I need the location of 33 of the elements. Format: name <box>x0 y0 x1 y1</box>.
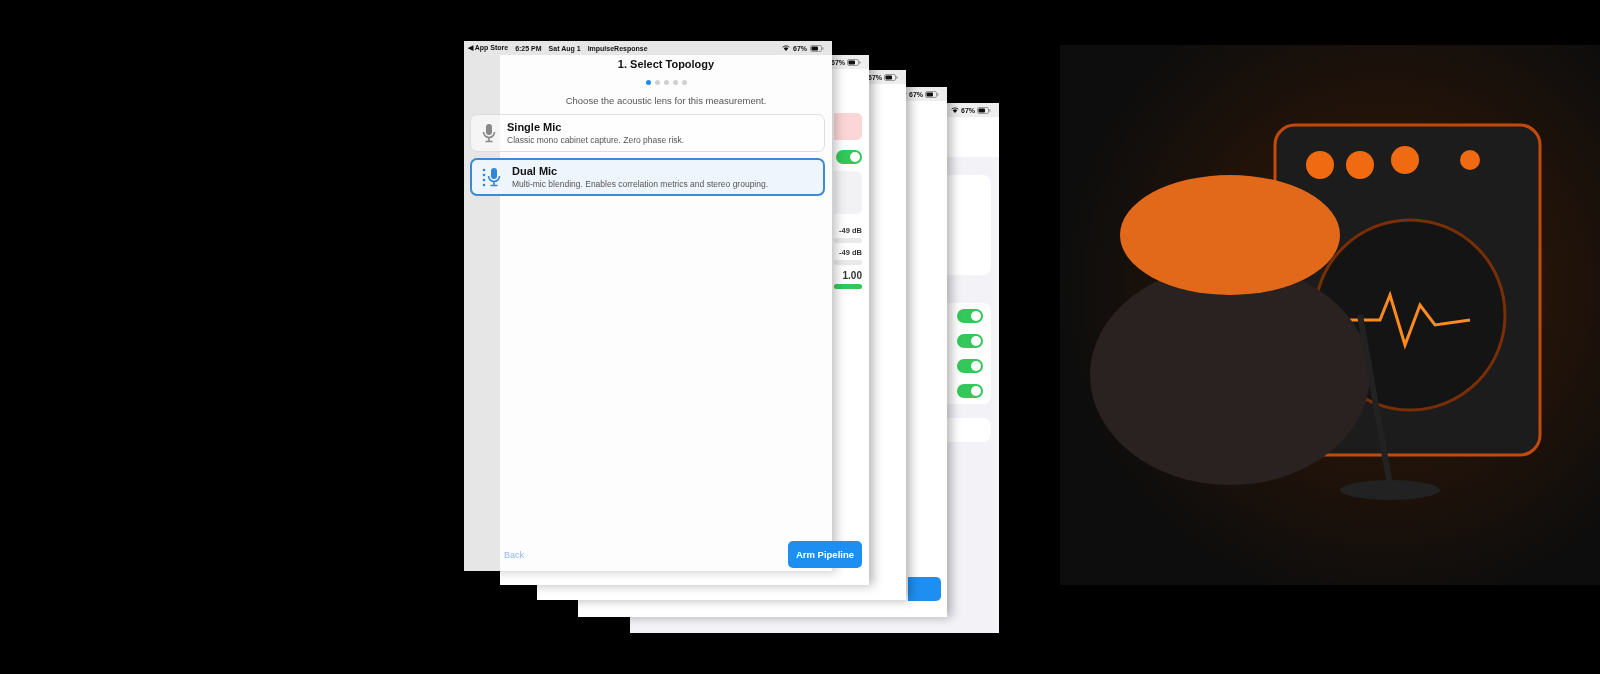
wifi-icon <box>782 45 790 51</box>
toggle-switch[interactable] <box>957 384 983 398</box>
sheet-subtitle: Choose the acoustic lens for this measurement. <box>565 95 767 106</box>
dual-microphone-icon <box>482 167 502 187</box>
toggle-switch[interactable] <box>957 309 983 323</box>
toggle-switch[interactable] <box>957 359 983 373</box>
option-title: Dual Mic <box>512 165 559 177</box>
primary-button[interactable] <box>908 577 941 601</box>
page-dot[interactable] <box>672 80 678 85</box>
page-dot[interactable] <box>663 80 669 85</box>
battery-icon <box>977 106 991 114</box>
page-dot[interactable] <box>681 80 687 85</box>
toggle-switch[interactable] <box>957 334 983 348</box>
page-dot[interactable] <box>645 80 651 85</box>
battery-icon <box>810 44 824 52</box>
microphone-icon <box>481 123 497 143</box>
battery-icon <box>847 58 861 66</box>
topology-option[interactable]: Single Mic Classic mono cabinet capture. Zero phase risk. <box>470 114 825 152</box>
sheet-title: 1. Select Topology <box>617 58 715 70</box>
option-title: Single Mic <box>507 121 563 133</box>
meter-track <box>834 238 862 243</box>
option-description: Multi-mic blending. Enables correlation metrics and stereo grouping. <box>512 179 769 189</box>
page-dot[interactable] <box>654 80 660 85</box>
stop-button[interactable] <box>834 113 862 140</box>
toggle-switch[interactable] <box>836 150 862 164</box>
wifi-icon <box>951 107 959 113</box>
topology-option[interactable]: Dual Mic Multi-mic blending. Enables correlation metrics and stereo grouping. <box>470 158 825 196</box>
battery-icon <box>884 73 898 81</box>
meter-track <box>834 260 862 265</box>
gain-card <box>834 171 862 214</box>
correlation-value: 1.00 <box>842 270 862 281</box>
option-description: Classic mono cabinet capture. Zero phase risk. <box>507 135 685 145</box>
battery-icon <box>925 90 939 98</box>
